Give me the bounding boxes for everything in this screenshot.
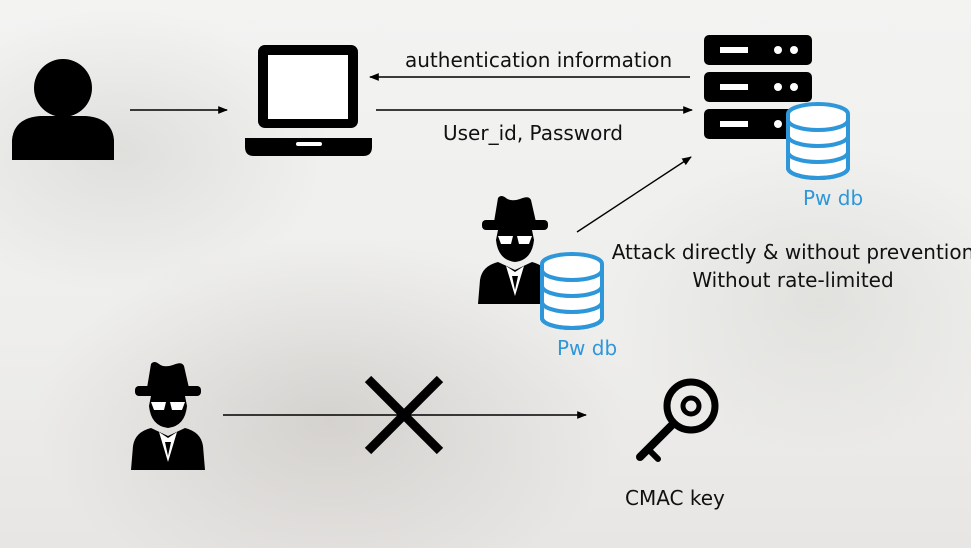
key-icon: [636, 378, 719, 462]
arrow-attack-to-server: [576, 156, 692, 233]
user-icon: [12, 59, 114, 160]
attack-line1-label: Attack directly & without prevention: [611, 240, 971, 264]
cmac-key-label: CMAC key: [625, 486, 725, 510]
server-database-icon: [786, 102, 850, 180]
auth-info-label: authentication information: [405, 48, 673, 72]
attack-line2-label: Without rate-limited: [692, 268, 894, 292]
hacker-icon-blocked: [131, 362, 205, 470]
attacker-db-label: Pw db: [557, 336, 618, 360]
server-db-label: Pw db: [803, 186, 864, 210]
laptop-icon: [245, 45, 372, 156]
credentials-label: User_id, Password: [443, 121, 623, 145]
attacker-database-icon: [540, 252, 604, 330]
